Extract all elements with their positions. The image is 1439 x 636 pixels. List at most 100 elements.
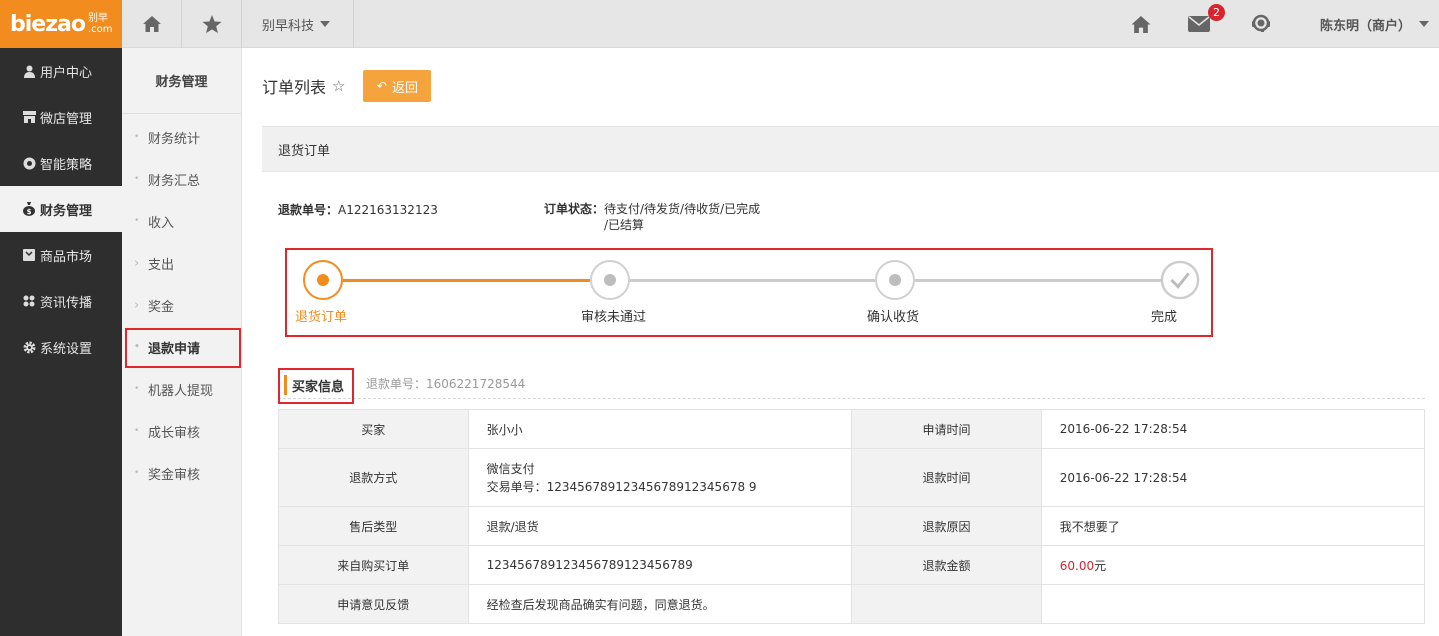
cell-label: 申请时间 — [851, 409, 1042, 449]
step-3-label: 确认收货 — [867, 310, 920, 325]
company-dropdown[interactable]: 别早科技 — [242, 0, 354, 48]
step-4-label: 完成 — [1151, 310, 1178, 325]
sidebar-item-settings[interactable]: 系统设置 — [0, 324, 122, 370]
cell-label: 退款原因 — [851, 506, 1042, 546]
home-link[interactable] — [1130, 0, 1152, 48]
buyer-info-table: 买家 张小小 申请时间 2016-06-22 17:28:54 退款方式 微信支… — [278, 409, 1426, 624]
bullet-icon: • — [134, 174, 140, 184]
subnav-item-label: 财务汇总 — [148, 173, 201, 189]
sidebar-item-news[interactable]: 资讯传播 — [0, 278, 122, 324]
bullet-icon: • — [134, 132, 140, 142]
star-outline-icon[interactable]: ☆ — [332, 77, 345, 95]
cell-value: 60.00元 — [1040, 545, 1426, 585]
refund-number-value: A122163132123 — [338, 203, 438, 217]
sidebar-item-label: 商品市场 — [40, 249, 93, 265]
order-status-label: 订单状态： — [544, 202, 605, 216]
subnav-item-growth-review[interactable]: • 成长审核 — [122, 410, 241, 452]
support-button[interactable] — [1250, 0, 1272, 48]
page-header: 订单列表 ☆ ↶ 返回 — [262, 70, 432, 102]
step-line — [630, 279, 875, 282]
buyer-refund-number: 退款单号：1606221728544 — [366, 377, 526, 391]
sidebar-item-shop[interactable]: 微店管理 — [0, 94, 122, 140]
home-icon — [142, 16, 161, 32]
cell-value: 我不想要了 — [1040, 506, 1426, 546]
check-circle-icon — [1160, 260, 1200, 300]
subnav-item-label: 奖金审核 — [148, 467, 201, 483]
panel-title: 退货订单 — [262, 127, 1439, 172]
subnav-item-label: 奖金 — [148, 299, 175, 315]
sub-nav: 财务管理 • 财务统计 • 财务汇总 • 收入 › 支出 › 奖金 • 退款申请 • 机器人提… — [122, 48, 242, 636]
subnav-item-label: 收入 — [148, 215, 175, 231]
table-row: 退款方式 微信支付 交易单号：1234567891234567891234567… — [278, 448, 1426, 507]
table-row: 申请意见反馈 经检查后发现商品确实有问题，同意退货。 — [278, 584, 1426, 624]
cell-label: 退款方式 — [278, 448, 469, 507]
main-content: 订单列表 ☆ ↶ 返回 退货订单 退款单号：A122163132123 订单状态… — [242, 48, 1439, 636]
shop-icon — [22, 111, 36, 123]
bullet-icon: • — [134, 468, 140, 478]
logo-com: .com — [87, 24, 113, 35]
subnav-item-expense[interactable]: › 支出 — [122, 242, 241, 284]
cell-value: 张小小 — [467, 409, 853, 449]
mail-badge: 2 — [1208, 4, 1225, 21]
step-1-label: 退货订单 — [295, 310, 348, 325]
bullet-icon: • — [134, 384, 140, 394]
cell-label: 申请意见反馈 — [278, 584, 469, 624]
refund-amount: 60.00 — [1059, 558, 1095, 573]
favorite-button[interactable] — [182, 0, 242, 48]
subnav-item-label: 成长审核 — [148, 425, 201, 441]
subnav-item-label: 支出 — [148, 257, 175, 273]
sidebar-item-finance[interactable]: $ 财务管理 — [0, 186, 122, 232]
user-name: 陈东明（商户） — [1319, 18, 1411, 34]
reply-icon: ↶ — [376, 79, 387, 93]
home-icon — [1131, 15, 1151, 33]
chevron-right-icon: › — [134, 297, 140, 313]
sidebar-item-user-center[interactable]: 用户中心 — [0, 48, 122, 94]
support-icon — [1252, 14, 1270, 32]
subnav-item-finance-summary[interactable]: • 财务汇总 — [122, 158, 241, 200]
logo-sub: 别早 .com — [88, 13, 113, 35]
user-icon — [22, 65, 36, 78]
subnav-item-income[interactable]: • 收入 — [122, 200, 241, 242]
bullet-icon: • — [134, 342, 140, 352]
back-button[interactable]: ↶ 返回 — [363, 70, 432, 102]
mail-button[interactable]: 2 — [1188, 0, 1230, 48]
cell-label: 售后类型 — [278, 506, 469, 546]
logo[interactable]: biezao 别早 .com — [0, 0, 122, 48]
progress-steps: 退货订单 审核未通过 确认收货 完成 — [285, 248, 1213, 337]
bullet-icon: • — [134, 426, 140, 436]
user-menu[interactable]: 陈东明（商户） — [1320, 0, 1429, 48]
subnav-item-label: 退款申请 — [148, 341, 201, 357]
bullet-icon: • — [134, 216, 140, 226]
cell-value: 2016-06-22 17:28:54 — [1040, 448, 1426, 507]
refund-order-panel: 退货订单 退款单号：A122163132123 订单状态：待支付/待发货/待收货… — [262, 126, 1439, 636]
home-button[interactable] — [122, 0, 182, 48]
table-row: 售后类型 退款/退货 退款原因 我不想要了 — [278, 506, 1426, 546]
cell-label — [851, 584, 1042, 624]
sidebar-item-strategy[interactable]: 智能策略 — [0, 140, 122, 186]
cell-label: 来自购买订单 — [278, 545, 469, 585]
subnav-item-label: 机器人提现 — [148, 383, 214, 399]
subnav-item-bonus-review[interactable]: • 奖金审核 — [122, 452, 241, 494]
cell-value: 2016-06-22 17:28:54 — [1040, 409, 1426, 449]
subnav-item-finance-stats[interactable]: • 财务统计 — [122, 116, 241, 158]
subnav-item-refund-request[interactable]: • 退款申请 — [122, 326, 241, 368]
step-line-done — [343, 279, 590, 282]
svg-text:$: $ — [27, 208, 32, 216]
mail-icon — [1188, 16, 1210, 32]
step-2-label: 审核未通过 — [581, 310, 647, 325]
sidebar-item-label: 系统设置 — [40, 341, 93, 357]
chevron-right-icon: › — [134, 255, 140, 271]
transaction-number: 交易单号：12345678912345678912345678 9 — [486, 479, 757, 494]
subnav-item-bonus[interactable]: › 奖金 — [122, 284, 241, 326]
cell-value: 123456789123456789123456789 — [467, 545, 853, 585]
back-button-label: 返回 — [391, 79, 418, 95]
subnav-title: 财务管理 — [122, 48, 241, 114]
subnav-item-robot-withdraw[interactable]: • 机器人提现 — [122, 368, 241, 410]
cell-value — [1040, 584, 1426, 624]
sidebar-item-market[interactable]: 商品市场 — [0, 232, 122, 278]
logo-text: biezao — [10, 11, 86, 37]
buyer-info-title: 买家信息 — [278, 367, 354, 404]
cell-label: 退款金额 — [851, 545, 1042, 585]
order-status-value: 待支付/待发货/待收货/已完成 — [604, 202, 761, 216]
star-icon — [202, 14, 221, 33]
